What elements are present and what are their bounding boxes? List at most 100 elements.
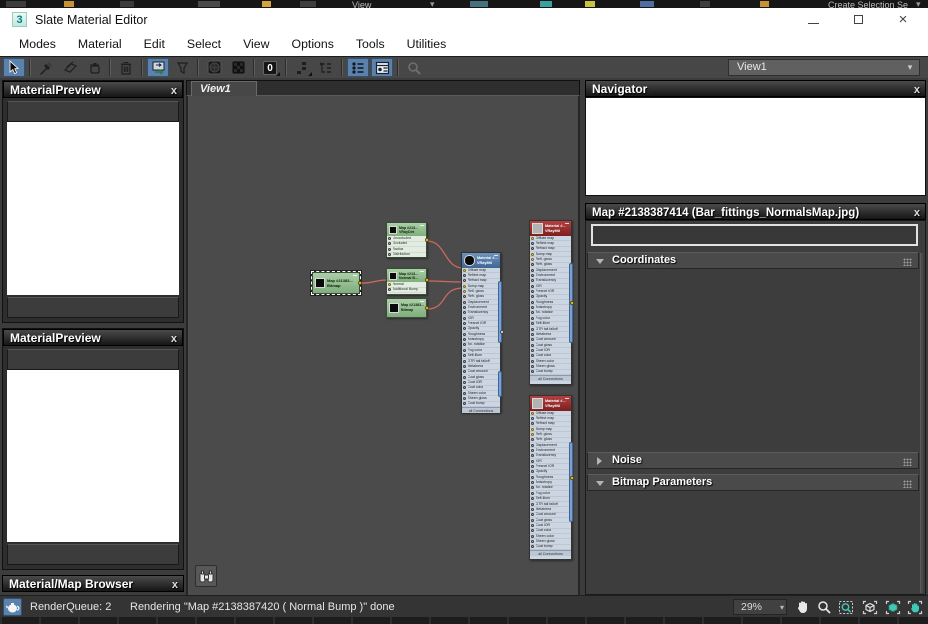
node-slot[interactable]: Additional Bump bbox=[387, 287, 426, 293]
map-panel-titlebar[interactable]: Map #2138387414 (Bar_fittings_NormalsMap… bbox=[585, 203, 926, 220]
collapse-icon[interactable] bbox=[420, 225, 424, 226]
input-socket-icon[interactable] bbox=[388, 247, 391, 251]
menu-modes[interactable]: Modes bbox=[8, 34, 67, 54]
output-socket-icon[interactable] bbox=[358, 281, 362, 285]
input-socket-icon[interactable] bbox=[531, 491, 534, 495]
find-button[interactable] bbox=[195, 565, 217, 587]
input-socket-icon[interactable] bbox=[463, 279, 466, 283]
input-socket-icon[interactable] bbox=[463, 290, 466, 294]
node-vraymtl-center[interactable]: Material #... VRayMtl Diffuse map Reflect… bbox=[461, 252, 502, 413]
window-titlebar[interactable]: 3 Slate Material Editor × bbox=[0, 8, 928, 32]
layout-all-vertical-icon[interactable] bbox=[291, 58, 313, 77]
input-socket-icon[interactable] bbox=[531, 268, 534, 272]
input-socket-icon[interactable] bbox=[463, 396, 466, 400]
input-socket-icon[interactable] bbox=[463, 268, 466, 272]
input-socket-icon[interactable] bbox=[531, 316, 534, 320]
input-socket-icon[interactable] bbox=[531, 343, 534, 347]
zoom-tool-icon[interactable] bbox=[403, 58, 425, 77]
input-socket-icon[interactable] bbox=[531, 534, 534, 538]
assign-material-icon[interactable] bbox=[59, 58, 81, 77]
input-socket-icon[interactable] bbox=[531, 311, 534, 315]
node-vraymtl-right-2[interactable]: Material #... VRayMtl Diffuse map Reflect… bbox=[529, 395, 573, 560]
input-socket-icon[interactable] bbox=[388, 288, 391, 292]
select-tool-icon[interactable] bbox=[3, 58, 25, 77]
preview-toolbar-strip[interactable] bbox=[7, 101, 179, 122]
output-socket-icon[interactable] bbox=[570, 476, 574, 480]
input-socket-icon[interactable] bbox=[531, 359, 534, 363]
input-socket-icon[interactable] bbox=[531, 370, 534, 374]
input-socket-icon[interactable] bbox=[531, 338, 534, 342]
input-socket-icon[interactable] bbox=[463, 391, 466, 395]
menu-edit[interactable]: Edit bbox=[133, 34, 176, 54]
input-socket-icon[interactable] bbox=[531, 295, 534, 299]
zoom-icon[interactable] bbox=[815, 599, 833, 615]
output-socket-icon[interactable] bbox=[425, 278, 429, 282]
hide-unused-nodeslots-icon[interactable] bbox=[171, 58, 193, 77]
input-socket-icon[interactable] bbox=[531, 459, 534, 463]
input-socket-icon[interactable] bbox=[531, 545, 534, 549]
close-icon[interactable]: x bbox=[171, 83, 177, 99]
tab-view1[interactable]: View1 bbox=[191, 81, 257, 96]
input-socket-icon[interactable] bbox=[531, 290, 534, 294]
zoom-extents-icon[interactable] bbox=[861, 599, 879, 615]
output-socket-icon[interactable] bbox=[425, 238, 429, 242]
menu-view[interactable]: View bbox=[232, 34, 280, 54]
input-socket-icon[interactable] bbox=[463, 284, 466, 288]
render-queue-button[interactable] bbox=[3, 598, 22, 616]
material-map-browser-panel[interactable]: Material/Map Browser x bbox=[2, 575, 184, 592]
input-socket-icon[interactable] bbox=[531, 465, 534, 469]
input-socket-icon[interactable] bbox=[463, 316, 466, 320]
node-scrollbar[interactable] bbox=[569, 442, 573, 522]
put-material-icon[interactable] bbox=[83, 58, 105, 77]
zoom-level-dropdown[interactable]: 29% ▾ bbox=[733, 599, 787, 615]
menu-options[interactable]: Options bbox=[281, 34, 345, 54]
material-preview-viewport[interactable] bbox=[7, 122, 179, 295]
input-socket-icon[interactable] bbox=[463, 359, 466, 363]
input-socket-icon[interactable] bbox=[531, 411, 534, 415]
collapse-icon[interactable] bbox=[353, 275, 357, 276]
input-socket-icon[interactable] bbox=[531, 258, 534, 262]
input-socket-icon[interactable] bbox=[531, 529, 534, 533]
input-socket-icon[interactable] bbox=[531, 454, 534, 458]
output-socket-icon[interactable] bbox=[425, 306, 429, 310]
node-normal-bump[interactable]: Map #213... Normal B... Normal Additional… bbox=[386, 268, 427, 295]
input-socket-icon[interactable] bbox=[463, 364, 466, 368]
rollout-bitmap-parameters[interactable]: Bitmap Parameters bbox=[587, 474, 919, 491]
input-socket-icon[interactable] bbox=[531, 252, 534, 256]
navigator-viewport[interactable] bbox=[585, 97, 926, 196]
input-socket-icon[interactable] bbox=[531, 263, 534, 267]
input-socket-icon[interactable] bbox=[388, 236, 391, 240]
input-socket-icon[interactable] bbox=[531, 513, 534, 517]
node-footer[interactable]: all Connections bbox=[530, 549, 571, 556]
collapse-icon[interactable] bbox=[420, 301, 424, 302]
input-socket-icon[interactable] bbox=[531, 332, 534, 336]
input-socket-icon[interactable] bbox=[531, 284, 534, 288]
close-icon[interactable]: x bbox=[914, 82, 920, 98]
input-socket-icon[interactable] bbox=[531, 507, 534, 511]
panel-titlebar[interactable]: MaterialPreview x bbox=[3, 329, 183, 346]
node-footer[interactable]: all Connections bbox=[462, 406, 500, 413]
input-socket-icon[interactable] bbox=[531, 497, 534, 501]
zoom-region-icon[interactable] bbox=[837, 599, 855, 615]
layout-children-icon[interactable] bbox=[315, 58, 337, 77]
close-button[interactable]: × bbox=[888, 11, 918, 29]
input-socket-icon[interactable] bbox=[463, 274, 466, 278]
show-shaded-material-icon[interactable] bbox=[227, 58, 249, 77]
input-socket-icon[interactable] bbox=[531, 247, 534, 251]
collapse-icon[interactable] bbox=[565, 398, 569, 399]
preview-toolbar-strip[interactable] bbox=[7, 349, 179, 370]
input-socket-icon[interactable] bbox=[531, 279, 534, 283]
menu-tools[interactable]: Tools bbox=[345, 34, 396, 54]
input-socket-icon[interactable] bbox=[531, 433, 534, 437]
navigator-panel-titlebar[interactable]: Navigator x bbox=[585, 80, 926, 97]
node-scrollbar[interactable] bbox=[498, 371, 502, 397]
close-icon[interactable]: x bbox=[171, 331, 177, 347]
input-socket-icon[interactable] bbox=[463, 348, 466, 352]
input-socket-icon[interactable] bbox=[463, 380, 466, 384]
input-socket-icon[interactable] bbox=[463, 295, 466, 299]
node-vraymtl-right-1[interactable]: Material #... VRayMtl Diffuse map Reflect… bbox=[529, 220, 573, 385]
pick-material-icon[interactable] bbox=[35, 58, 57, 77]
input-socket-icon[interactable] bbox=[388, 282, 391, 286]
input-socket-icon[interactable] bbox=[463, 327, 466, 331]
input-socket-icon[interactable] bbox=[463, 306, 466, 310]
